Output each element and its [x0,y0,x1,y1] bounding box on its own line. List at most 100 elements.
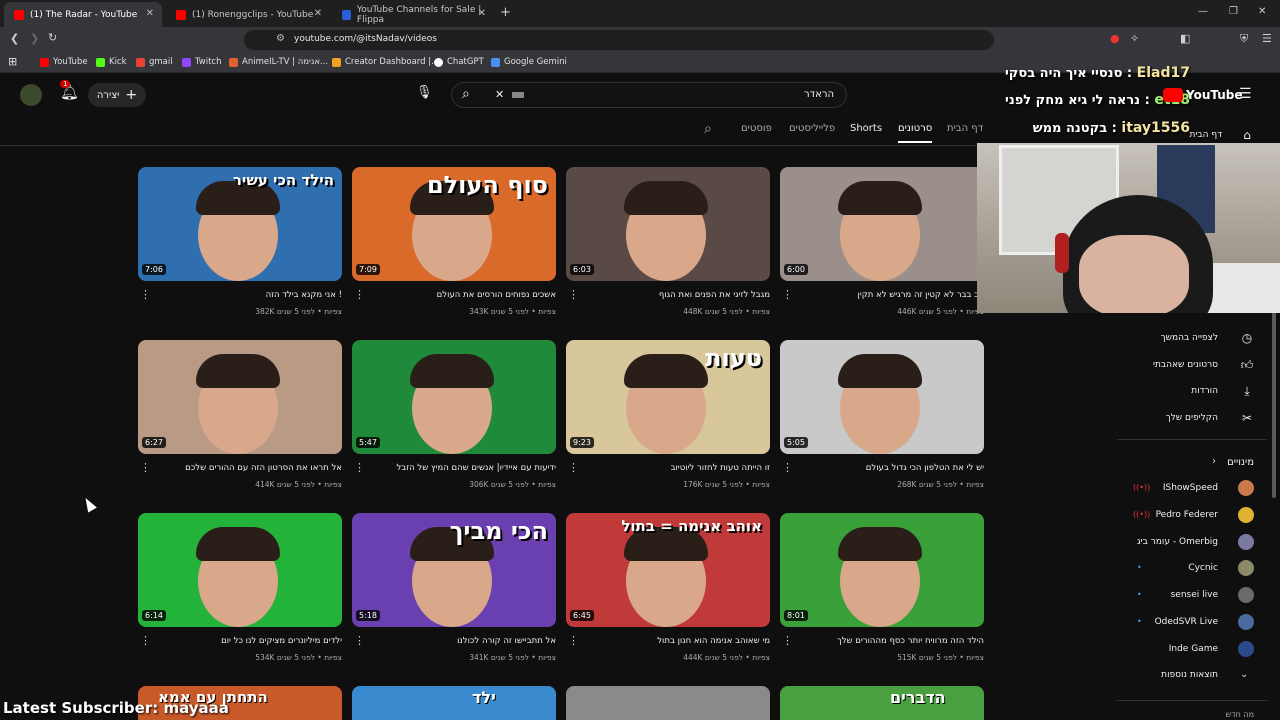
video-title[interactable]: מי שאוהב אנימה הוא חנון בתול [570,636,770,646]
more-options-icon[interactable]: ⋮ [782,461,793,474]
sidebar-icon[interactable]: ◧ [1180,32,1190,45]
bookmark-chatgpt[interactable]: ChatGPT [434,57,484,67]
tab-posts[interactable]: פוסטים [741,123,772,134]
shield-icon[interactable]: ⛨ [1240,32,1248,46]
sidebar-scrollbar[interactable] [1272,312,1276,498]
more-options-icon[interactable]: ⋮ [568,461,579,474]
keyboard-icon[interactable] [512,92,524,98]
video-thumbnail[interactable]: 8:01 [780,513,984,627]
clear-search-icon[interactable]: ✕ [495,88,504,101]
microphone-icon[interactable]: 🎙︎ [416,85,433,100]
avatar[interactable] [20,84,42,106]
chevron-left-icon[interactable]: › [1212,456,1216,467]
video-card[interactable]: 6:00 בב בבר לא קטין זה מרגיש לא תקין 446K … [780,167,984,327]
video-title[interactable]: אל תתביישו זה קורה לכולנו [356,636,556,646]
hamburger-menu-icon[interactable]: ☰ [1239,86,1252,102]
apps-grid-icon[interactable]: ⊞ [8,55,17,68]
browser-tab[interactable]: YouTube Channels for Sale | Flippa ✕ [332,2,494,27]
video-title[interactable]: זו הייתה טעות לחזור ליוטיוב [570,463,770,473]
video-title[interactable]: אני מקנא בילד הזה ! [142,290,342,300]
channel-avatar[interactable] [1238,533,1254,550]
video-title[interactable]: בב בבר לא קטין זה מרגיש לא תקין [784,290,984,300]
video-title[interactable]: ידיעות עם איידיו| אנשים שהם המיץ של הזבל [356,463,556,473]
address-bar[interactable]: ⚙ youtube.com/@itsNadav/videos [244,30,994,50]
video-card[interactable]: טעות 9:23 זו הייתה טעות לחזור ליוטיוב 176K … [566,340,770,500]
reload-icon[interactable]: ↻ [48,31,57,44]
close-tab-icon[interactable]: ✕ [478,8,486,19]
more-options-icon[interactable]: ⋮ [568,634,579,647]
sidebar-item-subscription[interactable]: IShowSpeed [1163,483,1218,493]
more-options-icon[interactable]: ⋮ [354,634,365,647]
sidebar-item-clips[interactable]: הקליפים שלך [1166,413,1218,423]
search-icon[interactable]: ⌕ [462,86,470,102]
channel-search-icon[interactable]: ⌕ [704,121,712,137]
video-thumbnail[interactable]: 6:00 [780,167,984,281]
sidebar-item-subscription[interactable]: Pedro Federer [1156,510,1218,520]
video-card[interactable]: 6:03 מגבל לזיגי את הפנים ואת הגוף 448K צפי… [566,167,770,327]
video-thumbnail[interactable]: טעות 9:23 [566,340,770,454]
channel-avatar[interactable] [1238,560,1254,577]
extensions-icon[interactable]: ✧ [1130,32,1139,45]
close-window-icon[interactable]: ✕ [1258,6,1266,17]
tab-playlists[interactable]: פלייליסטים [789,123,835,134]
extension-icon[interactable]: ● [1110,32,1120,45]
site-info-icon[interactable]: ⚙ [276,33,285,44]
sidebar-item-subscription[interactable]: עומר ביג - Omerbig [1137,537,1218,547]
close-tab-icon[interactable]: ✕ [146,8,154,19]
browser-tab[interactable]: (1) Ronenggclips - YouTube ✕ [166,2,330,27]
tab-videos[interactable]: סרטונים [898,123,933,143]
search-input[interactable]: ⌕ ✕ הראדר [451,82,847,108]
more-options-icon[interactable]: ⋮ [782,634,793,647]
video-title[interactable]: הילד הזה מרוויח יותר כסף מההורים שלך [784,636,984,646]
back-icon[interactable]: ❮ [10,32,19,45]
forward-icon[interactable]: ❯ [30,32,39,45]
more-options-icon[interactable]: ⋮ [140,461,151,474]
bookmark-creator-dashboard[interactable]: Creator Dashboard |... [332,57,439,67]
sidebar-item-subscription[interactable]: OdedSVR Live [1155,617,1218,627]
create-button[interactable]: יצירה + [88,83,146,107]
video-title[interactable]: אל תראו את הסרטון הזה עם ההורים שלכם [142,463,342,473]
video-card[interactable]: אוהב אנימה = בתול 6:45 מי שאוהב אנימה הוא … [566,513,770,673]
channel-avatar[interactable] [1238,506,1254,523]
video-card[interactable]: 5:47 ידיעות עם איידיו| אנשים שהם המיץ של … [352,340,556,500]
video-thumbnail[interactable]: 5:05 [780,340,984,454]
tab-shorts[interactable]: Shorts [850,123,882,134]
video-title[interactable]: מגבל לזיגי את הפנים ואת הגוף [570,290,770,300]
video-card[interactable]: 6:14 ילדים מיליונרים מציקים לנו כל יום 534… [138,513,342,673]
youtube-logo-text[interactable]: YouTube [1186,88,1243,102]
video-thumbnail[interactable]: 6:03 [566,167,770,281]
close-tab-icon[interactable]: ✕ [314,8,322,19]
channel-avatar[interactable] [1238,480,1254,496]
video-thumbnail[interactable] [566,686,770,720]
more-options-icon[interactable]: ⋮ [354,461,365,474]
sidebar-item-watch-later[interactable]: לצפייה בהמשך [1161,333,1218,343]
video-thumbnail[interactable]: הכי מביך 5:18 [352,513,556,627]
video-title[interactable]: ילדים מיליונרים מציקים לנו כל יום [142,636,342,646]
sidebar-item-liked-videos[interactable]: סרטונים שאהבתי [1153,360,1218,370]
sidebar-item-subscription[interactable]: sensei live [1171,590,1218,600]
channel-avatar[interactable] [1238,640,1254,657]
video-card[interactable]: 8:01 הילד הזה מרוויח יותר כסף מההורים שלך… [780,513,984,673]
more-options-icon[interactable]: ⋮ [140,288,151,301]
video-thumbnail[interactable]: סוף העולם 7:09 [352,167,556,281]
video-thumbnail[interactable]: הדברים [780,686,984,720]
sidebar-item-subscription[interactable]: Cycnic [1188,563,1218,573]
more-options-icon[interactable]: ⋮ [354,288,365,301]
bookmark-youtube[interactable]: YouTube [40,57,88,67]
more-options-icon[interactable]: ⋮ [140,634,151,647]
video-card[interactable]: 6:27 אל תראו את הסרטון הזה עם ההורים שלכם… [138,340,342,500]
video-card[interactable]: הילד הכי עשיר 7:06 אני מקנא בילד הזה ! 382K… [138,167,342,327]
video-thumbnail[interactable]: אוהב אנימה = בתול 6:45 [566,513,770,627]
minimize-icon[interactable]: — [1198,6,1208,17]
new-tab-icon[interactable]: + [500,5,511,20]
video-thumbnail[interactable]: 6:27 [138,340,342,454]
sidebar-item-subscription[interactable]: Inde Game [1169,644,1218,654]
video-card[interactable]: הכי מביך 5:18 אל תתביישו זה קורה לכולנו 341… [352,513,556,673]
youtube-logo-icon[interactable] [1163,88,1183,102]
subscriptions-header[interactable]: מינויים [1227,457,1254,468]
sidebar-item-whats-new[interactable]: מה חדש [1226,710,1254,719]
video-card[interactable]: 5:05 יש לי את הטלפון הכי גדול בעולם 268K צ… [780,340,984,500]
more-options-icon[interactable]: ⋮ [782,288,793,301]
bookmark-animeil[interactable]: AnimeIL-TV | אנימה... [229,57,328,67]
menu-icon[interactable]: ☰ [1262,32,1272,45]
